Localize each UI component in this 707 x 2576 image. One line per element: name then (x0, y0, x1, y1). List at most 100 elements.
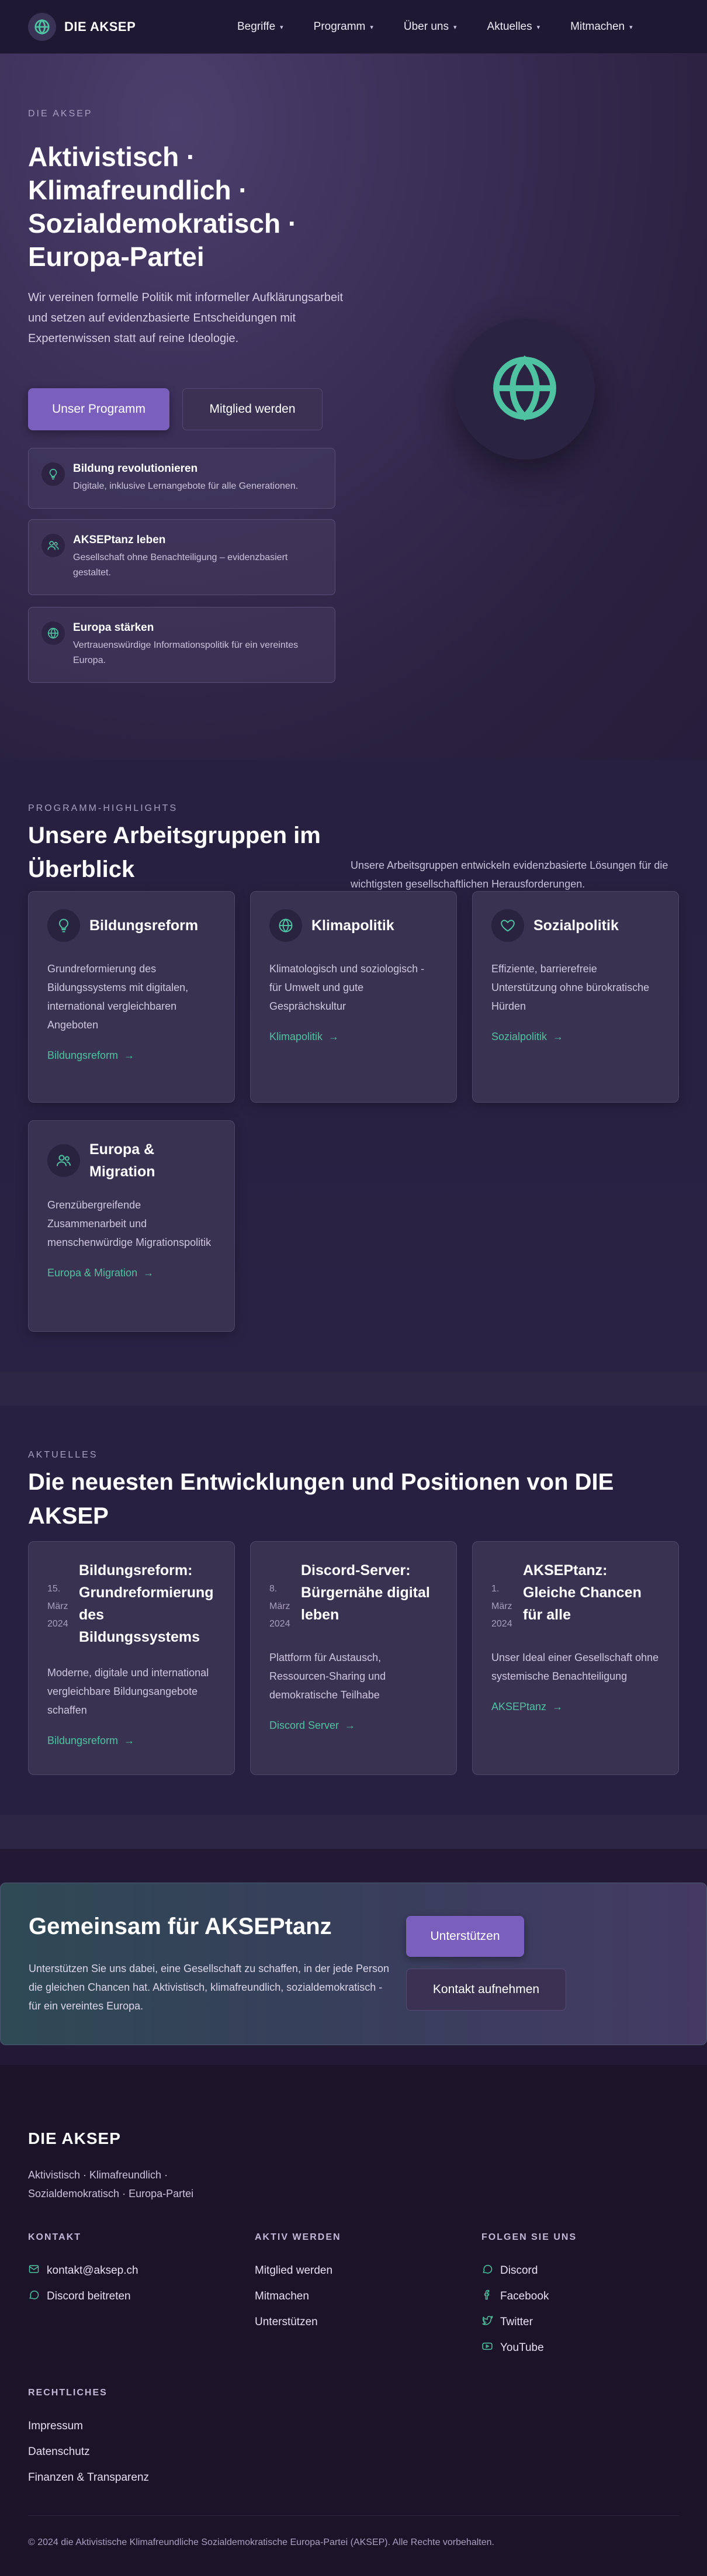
program-card-klimapolitik: Klimapolitik Klimatologisch und soziolog… (250, 891, 457, 1103)
news-date: 8. März 2024 (269, 1559, 292, 1633)
main-menu: Begriffe ▾ Programm ▾ Über uns ▾ Aktuelles ▾… (237, 0, 663, 54)
section-divider (0, 1815, 707, 1849)
nav-item-mitmachen[interactable]: Mitmachen ▾ (570, 20, 632, 33)
footer-link-mitmachen[interactable]: Mitmachen (255, 2284, 341, 2309)
globe-icon (41, 621, 65, 645)
news-link-label: AKSEPtanz (491, 1701, 547, 1712)
arrow-right-icon: → (328, 1031, 339, 1042)
footer-link-label: kontakt@aksep.ch (47, 2264, 138, 2277)
card-title: Europa & Migration (89, 1141, 155, 1180)
news-title-text: Bildungsreform: Grundreformierung des Bi… (79, 1562, 214, 1645)
news-date-day: 15. (47, 1584, 61, 1594)
footer-social-twitter[interactable]: Twitter (481, 2309, 577, 2335)
support-button[interactable]: Unterstützen (406, 1916, 524, 1957)
hero-subtitle: Wir vereinen formelle Politik mit inform… (28, 291, 344, 345)
footer-social-youtube[interactable]: YouTube (481, 2335, 577, 2361)
card-description: Grenzübergreifende Zusammenarbeit und me… (47, 1199, 212, 1248)
arrow-right-icon: → (143, 1267, 154, 1279)
footer-heading: AKTIV WERDEN (255, 2232, 341, 2242)
footer-link-impressum[interactable]: Impressum (28, 2413, 149, 2439)
footer-brand: DIE AKSEP (28, 2129, 121, 2147)
people-icon (47, 1144, 80, 1177)
section-divider (0, 1372, 707, 1406)
card-link-europa-migration[interactable]: Europa & Migration → (47, 1267, 216, 1279)
feature-description: Digitale, inklusive Lernangebote für all… (73, 481, 299, 491)
footer-link-unterstuetzen[interactable]: Unterstützen (255, 2309, 341, 2335)
nav-item-programm[interactable]: Programm ▾ (314, 20, 373, 33)
chat-icon (481, 2263, 493, 2278)
program-section: PROGRAMM-HIGHLIGHTS Unsere Arbeitsgruppe… (0, 760, 707, 1372)
news-title-text: AKSEPtanz: Gleiche Chancen für alle (523, 1562, 642, 1623)
heart-icon (491, 909, 524, 942)
nav-item-label: Begriffe (237, 20, 276, 33)
footer-tagline: Aktivistisch · Klimafreundlich · Soziald… (28, 2169, 194, 2199)
footer-divider (28, 2515, 679, 2516)
footer-link-label: Discord (500, 2264, 538, 2277)
facebook-icon (481, 2289, 493, 2304)
footer-link-finanzen[interactable]: Finanzen & Transparenz (28, 2465, 149, 2491)
brand-home-link[interactable]: DIE AKSEP (28, 12, 136, 41)
news-link-bildungsreform[interactable]: Bildungsreform → (47, 1735, 216, 1747)
news-date-year: 2024 (491, 1619, 512, 1629)
news-date-month: März (491, 1601, 512, 1611)
footer-active: AKTIV WERDEN Mitglied werden Mitmachen U… (255, 2232, 341, 2335)
footer-social-discord[interactable]: Discord (481, 2258, 577, 2284)
hero-section: DIE AKSEP Aktivistisch · Klimafreundlich… (0, 54, 707, 760)
mail-icon (28, 2263, 40, 2278)
news-title-text: Discord-Server: Bürgernähe digital leben (301, 1562, 430, 1623)
youtube-icon (481, 2340, 493, 2356)
card-link-klimapolitik[interactable]: Klimapolitik → (269, 1031, 438, 1043)
news-card: 1. März 2024 AKSEPtanz: Gleiche Chancen … (472, 1541, 679, 1775)
nav-item-begriffe[interactable]: Begriffe ▾ (237, 20, 283, 33)
chevron-down-icon: ▾ (280, 23, 283, 31)
nav-item-aktuelles[interactable]: Aktuelles ▾ (487, 20, 540, 33)
footer-link-label: Facebook (500, 2290, 549, 2302)
feature-title: Europa stärken (73, 621, 154, 634)
footer-contact: KONTAKT kontakt@aksep.ch Discord beitret… (28, 2232, 138, 2309)
cta-title: Gemeinsam für AKSEPtanz (29, 1914, 332, 1939)
card-link-sozialpolitik[interactable]: Sozialpolitik → (491, 1031, 660, 1043)
hero-eyebrow: DIE AKSEP (28, 109, 93, 119)
become-member-button[interactable]: Mitglied werden (182, 388, 323, 430)
hero-title: Aktivistisch · Klimafreundlich · Soziald… (28, 141, 297, 272)
footer-link-mitglied[interactable]: Mitglied werden (255, 2258, 341, 2284)
chevron-down-icon: ▾ (536, 23, 540, 31)
news-date: 15. März 2024 (47, 1559, 70, 1648)
nav-item-label: Mitmachen (570, 20, 625, 33)
arrow-right-icon: → (553, 1031, 564, 1042)
chevron-down-icon: ▾ (629, 23, 633, 31)
globe-icon (487, 350, 563, 429)
nav-item-label: Aktuelles (487, 20, 532, 33)
footer-discord-link[interactable]: Discord beitreten (28, 2284, 138, 2309)
program-eyebrow: PROGRAMM-HIGHLIGHTS (28, 803, 178, 813)
feature-description: Gesellschaft ohne Benachteiligung – evid… (73, 553, 288, 578)
footer-heading: RECHTLICHES (28, 2388, 108, 2398)
feature-title: AKSEPtanz leben (73, 534, 166, 546)
nav-item-label: Programm (313, 20, 366, 33)
nav-item-ueber-uns[interactable]: Über uns ▾ (404, 20, 457, 33)
footer-email-link[interactable]: kontakt@aksep.ch (28, 2258, 138, 2284)
news-description: Plattform für Austausch, Ressourcen-Shar… (269, 1652, 386, 1701)
footer-link-datenschutz[interactable]: Datenschutz (28, 2439, 149, 2465)
news-date-day: 1. (491, 1584, 500, 1594)
news-date: 1. März 2024 (491, 1559, 514, 1633)
news-date-day: 8. (269, 1584, 278, 1594)
feature-title: Bildung revolutionieren (73, 462, 198, 475)
program-card-europa-migration: Europa & Migration Grenzübergreifende Zu… (28, 1120, 235, 1332)
news-date-year: 2024 (47, 1619, 68, 1629)
news-eyebrow: AKTUELLES (28, 1450, 98, 1460)
footer-follow: FOLGEN SIE UNS Discord Facebook Twitter … (481, 2232, 577, 2361)
contact-button[interactable]: Kontakt aufnehmen (406, 1969, 566, 2011)
lightbulb-icon (47, 909, 80, 942)
chat-icon (28, 2289, 40, 2304)
arrow-right-icon: → (124, 1735, 135, 1746)
card-title: Bildungsreform (89, 917, 199, 934)
news-link-akseptanz[interactable]: AKSEPtanz → (491, 1701, 660, 1713)
news-description: Unser Ideal einer Gesellschaft ohne syst… (491, 1652, 659, 1682)
card-description: Klimatologisch und soziologisch - für Um… (269, 963, 425, 1012)
globe-icon (28, 12, 56, 41)
footer-social-facebook[interactable]: Facebook (481, 2284, 577, 2309)
news-link-discord[interactable]: Discord Server → (269, 1719, 438, 1732)
program-button[interactable]: Unser Programm (28, 388, 169, 430)
card-link-bildungsreform[interactable]: Bildungsreform → (47, 1049, 216, 1062)
